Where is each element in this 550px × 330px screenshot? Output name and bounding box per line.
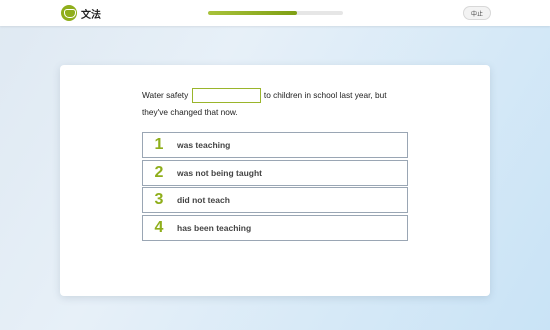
abort-button[interactable]: 中止: [463, 6, 491, 20]
option-label: has been teaching: [177, 222, 252, 233]
answer-option-3[interactable]: 3 did not teach: [142, 187, 408, 213]
progress-bar-fill: [208, 11, 298, 15]
answer-options: 1 was teaching 2 was not being taught 3 …: [142, 132, 408, 242]
answer-option-2[interactable]: 2 was not being taught: [142, 159, 408, 186]
option-number: 2: [154, 163, 164, 181]
top-bar: 文法 中止: [0, 0, 550, 26]
option-label: was not being taught: [177, 167, 262, 178]
answer-option-4[interactable]: 4 has been teaching: [142, 214, 408, 241]
app-title: 文法: [81, 10, 101, 21]
owl-logo-icon: [61, 5, 77, 21]
option-number: 3: [154, 191, 164, 208]
option-label: was teaching: [177, 140, 231, 150]
question-text-before: Water safety: [142, 90, 189, 100]
option-number: 1: [154, 136, 164, 153]
question-card: Water safety to children in school last …: [60, 65, 490, 296]
option-label: did not teach: [177, 195, 230, 205]
option-number: 4: [154, 218, 164, 236]
answer-blank: [191, 88, 261, 104]
progress-bar: [208, 11, 343, 15]
answer-option-1[interactable]: 1 was teaching: [142, 132, 408, 158]
question-text: Water safety to children in school last …: [142, 87, 412, 121]
